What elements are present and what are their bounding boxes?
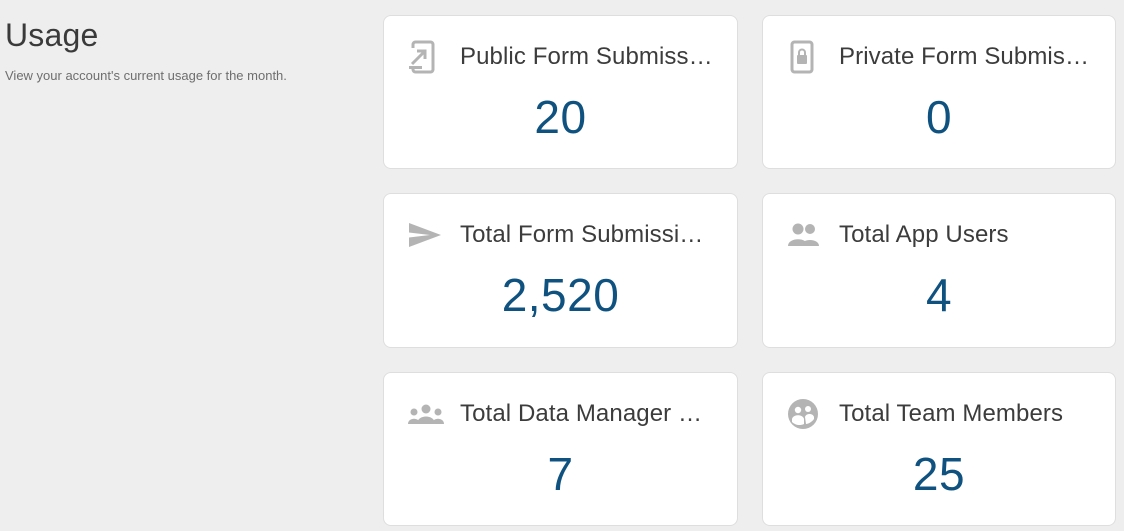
card-value: 20 (534, 91, 587, 143)
card-label: Total Team Members (839, 400, 1064, 427)
card-label: Total Form Submissions (460, 221, 715, 248)
card-label: Public Form Submissions (460, 43, 715, 70)
usage-card-grid: Public Form Submissions 20 Private Form … (383, 15, 1116, 526)
card-header: Total Data Manager Users (408, 397, 715, 431)
tablet-lock-icon (787, 40, 823, 74)
send-icon (408, 218, 444, 252)
people-icon (787, 218, 823, 252)
card-header: Private Form Submissions (787, 40, 1093, 74)
total-team-members-card: Total Team Members 25 (762, 372, 1116, 526)
page-subtitle: View your account's current usage for th… (5, 68, 287, 83)
total-data-manager-users-card: Total Data Manager Users 7 (383, 372, 738, 526)
private-form-submissions-card: Private Form Submissions 0 (762, 15, 1116, 169)
card-label: Private Form Submissions (839, 43, 1093, 70)
card-value: 2,520 (501, 269, 620, 321)
total-form-submissions-card: Total Form Submissions 2,520 (383, 193, 738, 348)
card-header: Public Form Submissions (408, 40, 715, 74)
card-label: Total Data Manager Users (460, 400, 715, 427)
card-value: 4 (925, 269, 953, 321)
card-header: Total Team Members (787, 397, 1093, 431)
card-header: Total App Users (787, 218, 1093, 252)
usage-page: Usage View your account's current usage … (0, 0, 1124, 531)
card-value: 25 (912, 448, 966, 500)
public-form-submissions-card: Public Form Submissions 20 (383, 15, 738, 169)
total-app-users-card: Total App Users 4 (762, 193, 1116, 348)
group-icon (408, 397, 444, 431)
tablet-arrow-icon (408, 40, 444, 74)
card-value: 7 (547, 448, 574, 500)
page-title: Usage (5, 17, 99, 53)
card-label: Total App Users (839, 221, 1009, 248)
usage-intro: Usage View your account's current usage … (5, 14, 365, 84)
card-value: 0 (925, 91, 953, 143)
card-header: Total Form Submissions (408, 218, 715, 252)
team-circle-icon (787, 397, 823, 431)
